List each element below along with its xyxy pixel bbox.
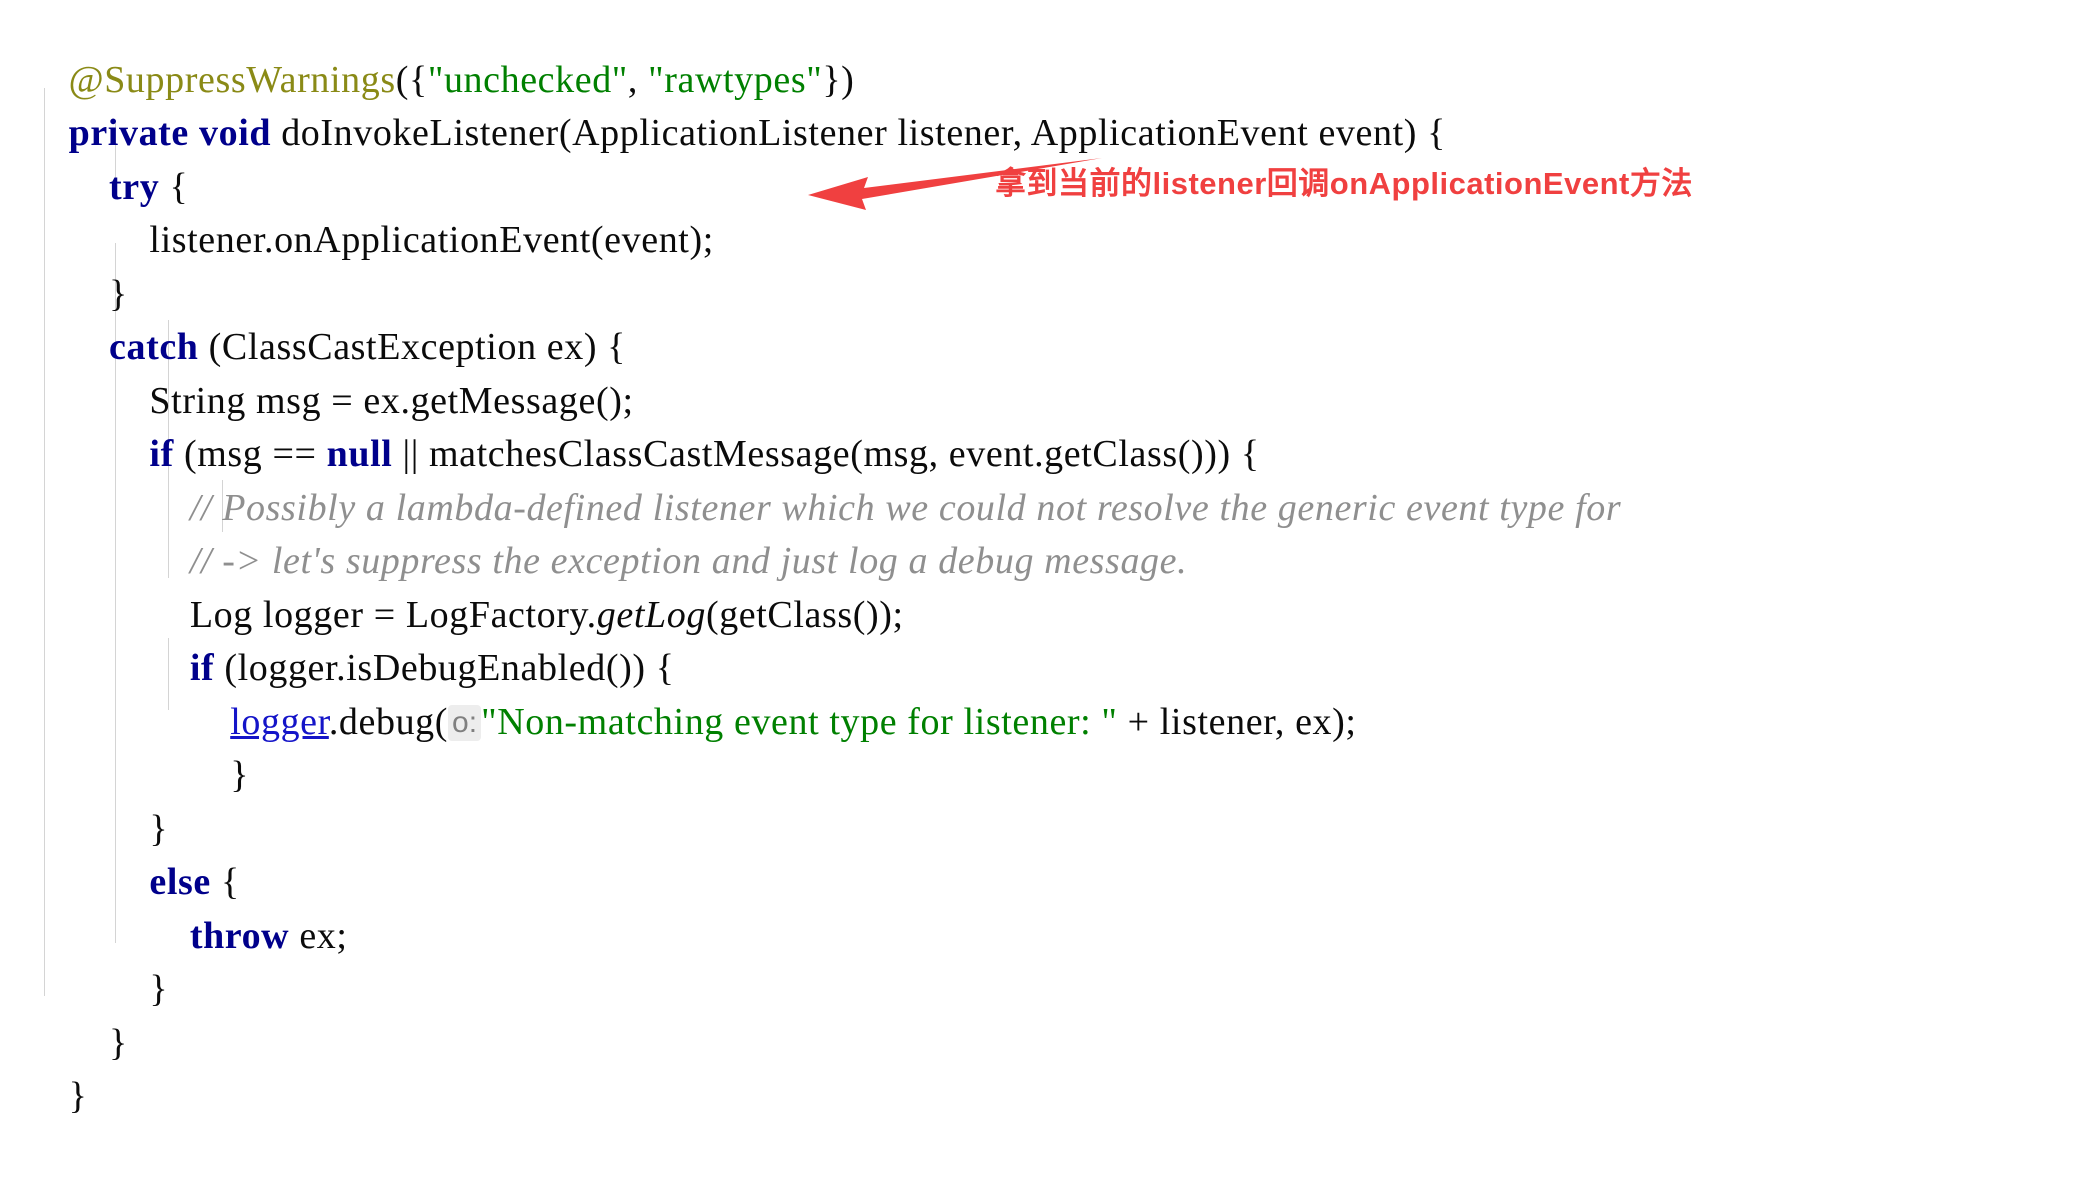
code-line-5[interactable]: } bbox=[0, 214, 128, 315]
code-text-layer[interactable]: @SuppressWarnings({"unchecked", "rawtype… bbox=[0, 0, 2098, 1118]
token-debug-call: .debug( bbox=[328, 700, 449, 743]
token-method-signature: doInvokeListener(ApplicationListener lis… bbox=[271, 112, 1446, 154]
token-brace-close: } bbox=[149, 968, 169, 1010]
code-line-20[interactable]: } bbox=[0, 1017, 87, 1117]
code-line-6[interactable]: catch (ClassCastException ex) { bbox=[0, 268, 626, 368]
code-line-2[interactable]: private void doInvokeListener(Applicatio… bbox=[0, 54, 1446, 154]
code-line-16[interactable]: else { bbox=[0, 803, 240, 903]
token-brace-close: } bbox=[68, 1075, 88, 1117]
token-string-non-matching: "Non-matching event type for listener: " bbox=[481, 700, 1118, 743]
code-line-9[interactable]: // Possibly a lambda-defined listener wh… bbox=[0, 428, 1621, 529]
token-debug-args-tail: + listener, ex); bbox=[1117, 700, 1357, 743]
token-statement-onapplicationevent: listener.onApplicationEvent(event); bbox=[149, 219, 714, 261]
code-line-3[interactable]: try { bbox=[0, 107, 188, 208]
token-brace-close: } bbox=[109, 1021, 128, 1064]
code-line-7[interactable]: String msg = ex.getMessage(); bbox=[0, 321, 634, 422]
code-line-15[interactable]: } bbox=[0, 749, 168, 850]
code-line-8[interactable]: if (msg == null || matchesClassCastMessa… bbox=[0, 375, 1260, 475]
code-line-11[interactable]: Log logger = LogFactory.getLog(getClass(… bbox=[0, 535, 904, 636]
code-line-1[interactable]: @SuppressWarnings({"unchecked", "rawtype… bbox=[0, 0, 854, 101]
code-line-19[interactable]: } bbox=[0, 963, 128, 1064]
parameter-hint-badge: o: bbox=[448, 704, 482, 741]
code-line-17[interactable]: throw ex; bbox=[0, 856, 348, 957]
token-keyword-void: void bbox=[199, 112, 272, 154]
code-line-10[interactable]: // -> let's suppress the exception and j… bbox=[0, 482, 1187, 582]
token-keyword-throw: throw bbox=[189, 914, 290, 957]
code-line-14[interactable]: } bbox=[0, 696, 249, 796]
token-getclass-call: (getClass()); bbox=[705, 593, 904, 636]
token-throw-arg: ex; bbox=[289, 914, 348, 957]
code-line-12[interactable]: if (logger.isDebugEnabled()) { bbox=[0, 589, 675, 689]
token-brace-close: } bbox=[230, 754, 250, 796]
code-line-13[interactable]: logger.debug(o: "Non-matching event type … bbox=[0, 642, 1357, 743]
code-editor-pane[interactable]: @SuppressWarnings({"unchecked", "rawtype… bbox=[0, 0, 2098, 1118]
code-line-4[interactable]: listener.onApplicationEvent(event); bbox=[0, 161, 714, 261]
code-line-18[interactable]: } bbox=[0, 910, 168, 1010]
